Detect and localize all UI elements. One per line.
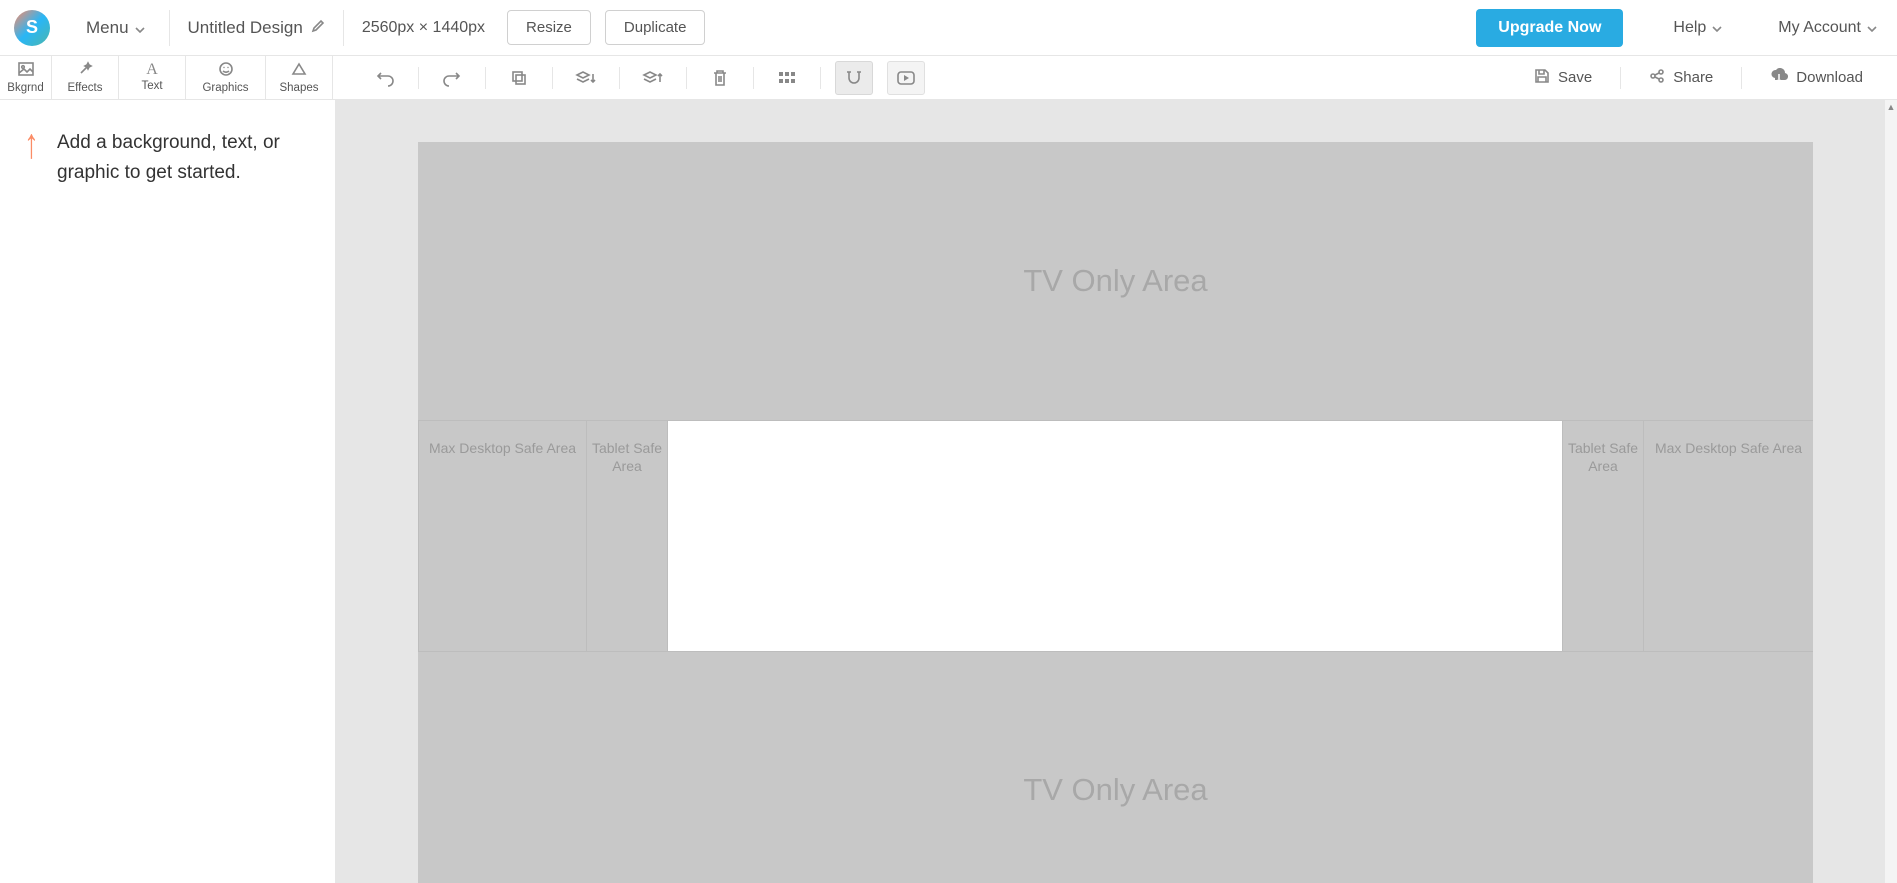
download-button[interactable]: Download [1764,64,1869,92]
share-icon [1649,68,1665,88]
tab-graphics[interactable]: Graphics [186,56,266,99]
caret-down-icon [1867,19,1877,37]
tablet-safe-right: Tablet Safe Area [1563,421,1644,651]
divider [753,67,754,89]
tv-only-area-bottom: TV Only Area [418,652,1813,883]
tab-shapes[interactable]: Shapes [266,56,333,99]
canvas-dimensions: 2560px × 1440px [362,19,485,37]
tab-text[interactable]: A Text [119,56,186,99]
divider [418,67,419,89]
max-desktop-safe-left: Max Desktop Safe Area [418,421,587,651]
account-label: My Account [1778,19,1861,37]
vertical-scrollbar[interactable]: ▲ [1885,100,1897,883]
tablet-safe-left: Tablet Safe Area [587,421,668,651]
tab-effects[interactable]: Effects [52,56,119,99]
divider [485,67,486,89]
divider [820,67,821,89]
arrow-up-icon: ↑ [24,121,39,169]
design-title-wrap[interactable]: Untitled Design [188,18,325,38]
divider [343,10,344,46]
left-tool-tabs: Bkgrnd Effects A Text Graphics Shapes [0,56,336,99]
design-title: Untitled Design [188,18,303,38]
caret-down-icon [135,18,145,38]
top-header: S Menu Untitled Design 2560px × 1440px R… [0,0,1897,56]
tv-only-area-top: TV Only Area [418,142,1813,420]
tab-label: Effects [68,83,103,95]
app-logo[interactable]: S [14,10,50,46]
divider [619,67,620,89]
scroll-up-arrow-icon[interactable]: ▲ [1885,100,1897,114]
pencil-icon [311,18,325,38]
upgrade-button[interactable]: Upgrade Now [1476,9,1623,47]
layer-down-button[interactable] [567,61,605,95]
youtube-button[interactable] [887,61,925,95]
max-desktop-safe-right: Max Desktop Safe Area [1644,421,1813,651]
divider [686,67,687,89]
grid-button[interactable] [768,61,806,95]
copy-button[interactable] [500,61,538,95]
save-label: Save [1558,69,1592,86]
duplicate-button[interactable]: Duplicate [605,10,706,45]
save-icon [1534,68,1550,88]
divider [169,10,170,46]
wand-icon [77,61,93,80]
center-content-area[interactable] [668,421,1563,651]
smiley-icon [218,61,234,80]
tab-label: Bkgrnd [7,83,43,95]
resize-button[interactable]: Resize [507,10,591,45]
image-icon [18,61,34,80]
save-button[interactable]: Save [1528,64,1598,92]
delete-button[interactable] [701,61,739,95]
side-hint-text: Add a background, text, or graphic to ge… [57,128,311,189]
secondary-toolbar: Bkgrnd Effects A Text Graphics Shapes [0,56,1897,100]
tab-label: Graphics [202,83,248,95]
tab-background[interactable]: Bkgrnd [0,56,52,99]
share-label: Share [1673,69,1713,86]
canvas-toolbar [336,56,1528,99]
triangle-icon [291,61,307,80]
snap-button[interactable] [835,61,873,95]
divider [1741,67,1742,89]
help-label: Help [1673,19,1706,37]
share-button[interactable]: Share [1643,64,1719,92]
menu-label: Menu [86,18,129,38]
download-icon [1770,68,1788,88]
divider [552,67,553,89]
caret-down-icon [1712,19,1722,37]
help-dropdown[interactable]: Help [1663,13,1732,43]
undo-button[interactable] [366,61,404,95]
artboard[interactable]: TV Only Area Max Desktop Safe Area Table… [418,142,1813,883]
text-icon: A [146,62,158,78]
download-label: Download [1796,69,1863,86]
right-actions: Save Share Download [1528,56,1897,99]
main-area: ↑ Add a background, text, or graphic to … [0,100,1897,883]
header-right-links: Help My Account [1623,13,1887,43]
safe-area-row: Max Desktop Safe Area Tablet Safe Area T… [418,420,1813,652]
layer-up-button[interactable] [634,61,672,95]
divider [1620,67,1621,89]
menu-dropdown[interactable]: Menu [80,12,151,44]
canvas-viewport[interactable]: TV Only Area Max Desktop Safe Area Table… [336,100,1897,883]
redo-button[interactable] [433,61,471,95]
account-dropdown[interactable]: My Account [1768,13,1887,43]
tab-label: Shapes [279,83,318,95]
side-panel: ↑ Add a background, text, or graphic to … [0,100,336,883]
tab-label: Text [141,81,162,93]
